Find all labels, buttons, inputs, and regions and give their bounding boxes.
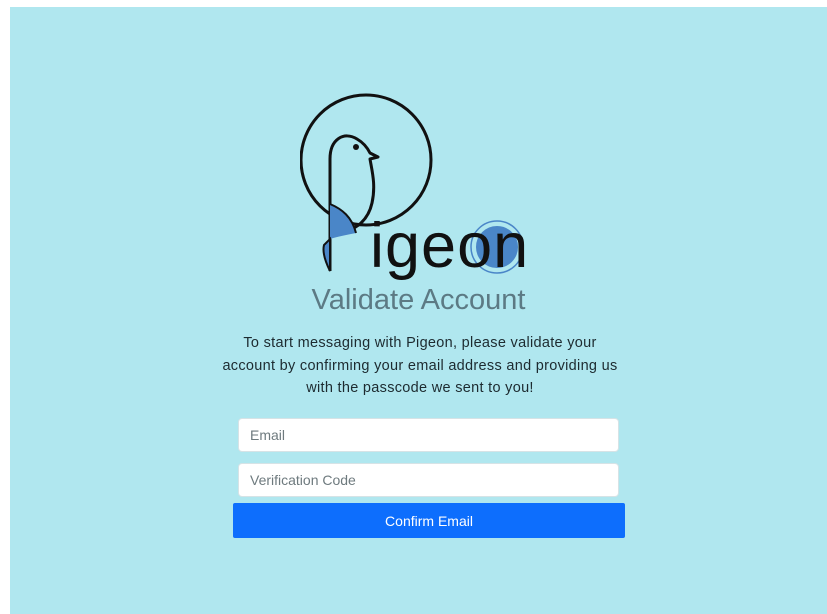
page-title: Validate Account xyxy=(311,284,526,316)
verification-code-field[interactable] xyxy=(238,463,619,497)
validation-page: igeon Validate Account To start messagin… xyxy=(10,7,827,614)
brand-wordmark: igeon xyxy=(370,211,530,281)
instructions-text: To start messaging with Pigeon, please v… xyxy=(222,335,618,396)
confirm-email-button[interactable]: Confirm Email xyxy=(233,503,625,538)
email-field[interactable] xyxy=(238,418,619,452)
